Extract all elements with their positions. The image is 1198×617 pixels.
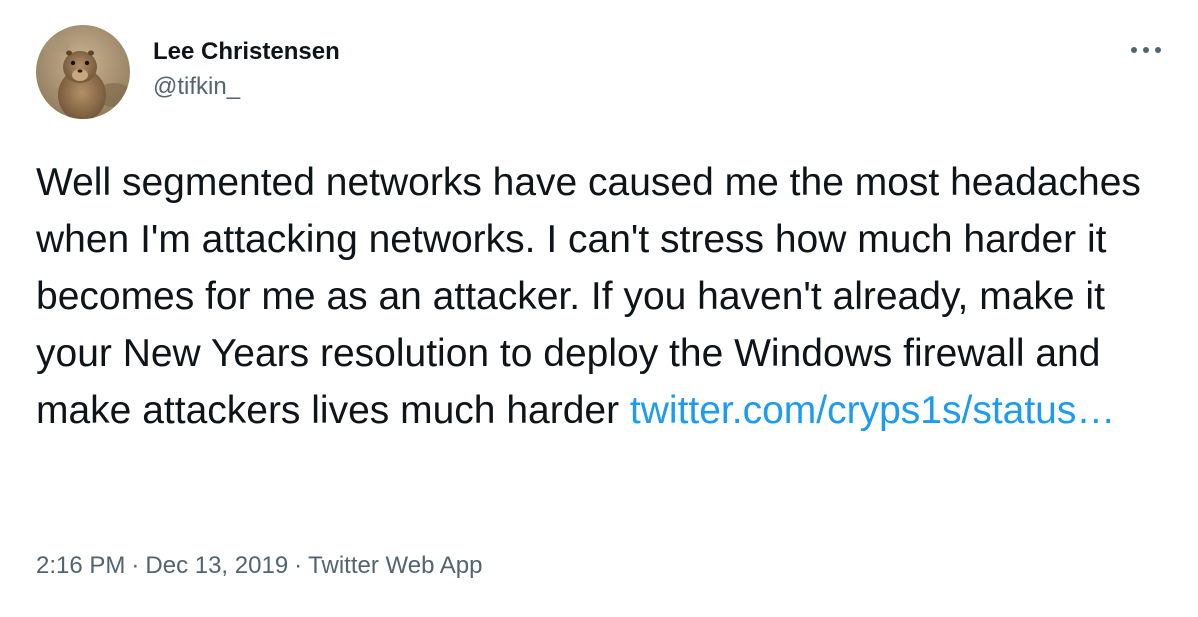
- tweet-time[interactable]: 2:16 PM: [36, 552, 125, 579]
- avatar[interactable]: [36, 25, 130, 119]
- more-options-button[interactable]: [1126, 36, 1166, 64]
- meta-separator: ·: [294, 552, 303, 579]
- author-display-name[interactable]: Lee Christensen: [153, 36, 340, 68]
- tweet-link[interactable]: twitter.com/cryps1s/status…: [630, 389, 1115, 432]
- avatar-photo-icon: [36, 25, 130, 119]
- tweet-meta: 2:16 PM · Dec 13, 2019 · Twitter Web App: [36, 548, 482, 584]
- tweet-date[interactable]: Dec 13, 2019: [145, 552, 288, 579]
- meta-separator: ·: [131, 552, 140, 579]
- tweet-text: Well segmented networks have caused me t…: [36, 154, 1176, 439]
- author-handle[interactable]: @tifkin_: [153, 72, 340, 102]
- tweet-source[interactable]: Twitter Web App: [308, 552, 482, 579]
- more-horizontal-icon: [1131, 47, 1161, 53]
- tweet-card: Lee Christensen @tifkin_ Well segmented …: [0, 0, 1198, 617]
- user-info[interactable]: Lee Christensen @tifkin_: [153, 36, 340, 102]
